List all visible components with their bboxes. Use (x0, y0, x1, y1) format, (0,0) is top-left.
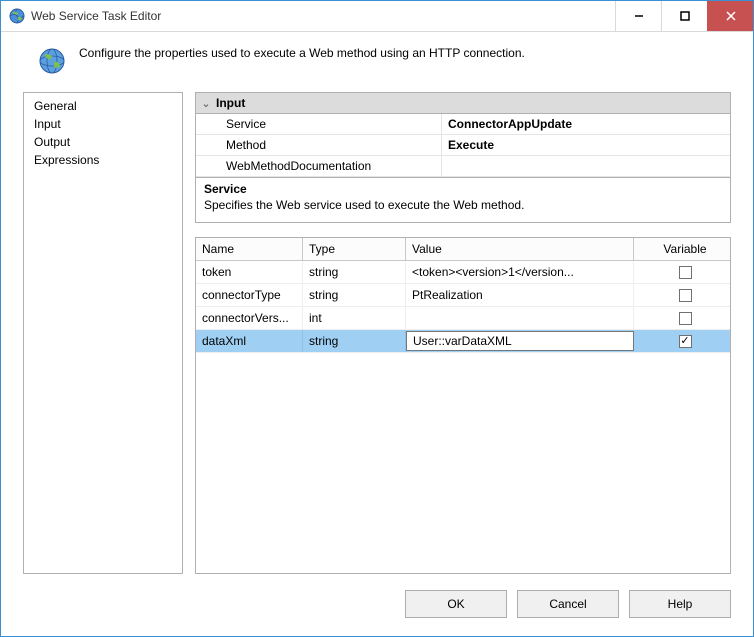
sidebar-item-output[interactable]: Output (24, 133, 182, 151)
property-description-text: Specifies the Web service used to execut… (204, 198, 722, 212)
sidebar: General Input Output Expressions (23, 92, 183, 574)
parameters-header: Name Type Value Variable (196, 238, 730, 261)
property-category-row[interactable]: ⌄ Input (196, 93, 730, 114)
checkbox-checked[interactable] (679, 335, 692, 348)
param-value[interactable]: PtRealization (406, 284, 634, 306)
column-header-variable[interactable]: Variable (634, 238, 730, 260)
param-value-input[interactable]: User::varDataXML (406, 331, 634, 351)
param-name: connectorVers... (196, 307, 303, 329)
param-variable-cell[interactable] (634, 284, 730, 306)
property-value[interactable]: ConnectorAppUpdate (442, 114, 730, 134)
param-variable-cell[interactable] (634, 261, 730, 283)
collapse-icon[interactable]: ⌄ (196, 97, 216, 110)
header-description: Configure the properties used to execute… (79, 46, 525, 60)
param-value[interactable]: <token><version>1</version... (406, 261, 634, 283)
help-button[interactable]: Help (629, 590, 731, 618)
close-button[interactable] (707, 1, 753, 31)
titlebar: Web Service Task Editor (1, 1, 753, 32)
parameter-row[interactable]: connectorType string PtRealization (196, 284, 730, 307)
ok-button[interactable]: OK (405, 590, 507, 618)
dialog-window: Web Service Task Editor Configure the pr… (0, 0, 754, 637)
minimize-button[interactable] (615, 1, 661, 31)
param-type: int (303, 307, 406, 329)
parameter-row[interactable]: token string <token><version>1</version.… (196, 261, 730, 284)
window-buttons (615, 1, 753, 31)
property-description-box: Service Specifies the Web service used t… (195, 178, 731, 223)
header: Configure the properties used to execute… (1, 32, 753, 92)
param-name: token (196, 261, 303, 283)
cancel-button[interactable]: Cancel (517, 590, 619, 618)
param-type: string (303, 261, 406, 283)
param-name: connectorType (196, 284, 303, 306)
parameter-row-selected[interactable]: dataXml string User::varDataXML (196, 330, 730, 353)
parameter-row[interactable]: connectorVers... int (196, 307, 730, 330)
param-value[interactable] (406, 307, 634, 329)
param-name: dataXml (196, 330, 303, 352)
body: General Input Output Expressions ⌄ Input… (1, 92, 753, 574)
parameters-panel: Name Type Value Variable token string <t… (195, 237, 731, 574)
property-description-title: Service (204, 182, 722, 196)
minimize-icon (634, 11, 644, 21)
column-header-value[interactable]: Value (406, 238, 634, 260)
globe-icon (9, 8, 25, 24)
column-header-name[interactable]: Name (196, 238, 303, 260)
sidebar-item-input[interactable]: Input (24, 115, 182, 133)
sidebar-item-expressions[interactable]: Expressions (24, 151, 182, 169)
property-row-method[interactable]: Method Execute (196, 135, 730, 156)
main-panel: ⌄ Input Service ConnectorAppUpdate Metho… (195, 92, 731, 574)
property-row-webmethoddoc[interactable]: WebMethodDocumentation (196, 156, 730, 177)
checkbox[interactable] (679, 266, 692, 279)
window-title: Web Service Task Editor (31, 9, 615, 23)
param-variable-cell[interactable] (634, 307, 730, 329)
column-header-type[interactable]: Type (303, 238, 406, 260)
footer: OK Cancel Help (1, 574, 753, 636)
param-type: string (303, 330, 406, 352)
sidebar-item-general[interactable]: General (24, 97, 182, 115)
globe-large-icon (39, 48, 65, 74)
property-grid: ⌄ Input Service ConnectorAppUpdate Metho… (195, 92, 731, 178)
property-value[interactable] (442, 156, 730, 176)
checkbox[interactable] (679, 289, 692, 302)
maximize-icon (680, 11, 690, 21)
property-name: WebMethodDocumentation (196, 156, 442, 176)
property-category-label: Input (216, 96, 245, 110)
checkbox[interactable] (679, 312, 692, 325)
param-type: string (303, 284, 406, 306)
close-icon (726, 11, 736, 21)
property-name: Service (196, 114, 442, 134)
param-variable-cell[interactable] (634, 330, 730, 352)
property-value[interactable]: Execute (442, 135, 730, 155)
property-row-service[interactable]: Service ConnectorAppUpdate (196, 114, 730, 135)
maximize-button[interactable] (661, 1, 707, 31)
property-name: Method (196, 135, 442, 155)
parameters-grid: Name Type Value Variable token string <t… (195, 237, 731, 574)
